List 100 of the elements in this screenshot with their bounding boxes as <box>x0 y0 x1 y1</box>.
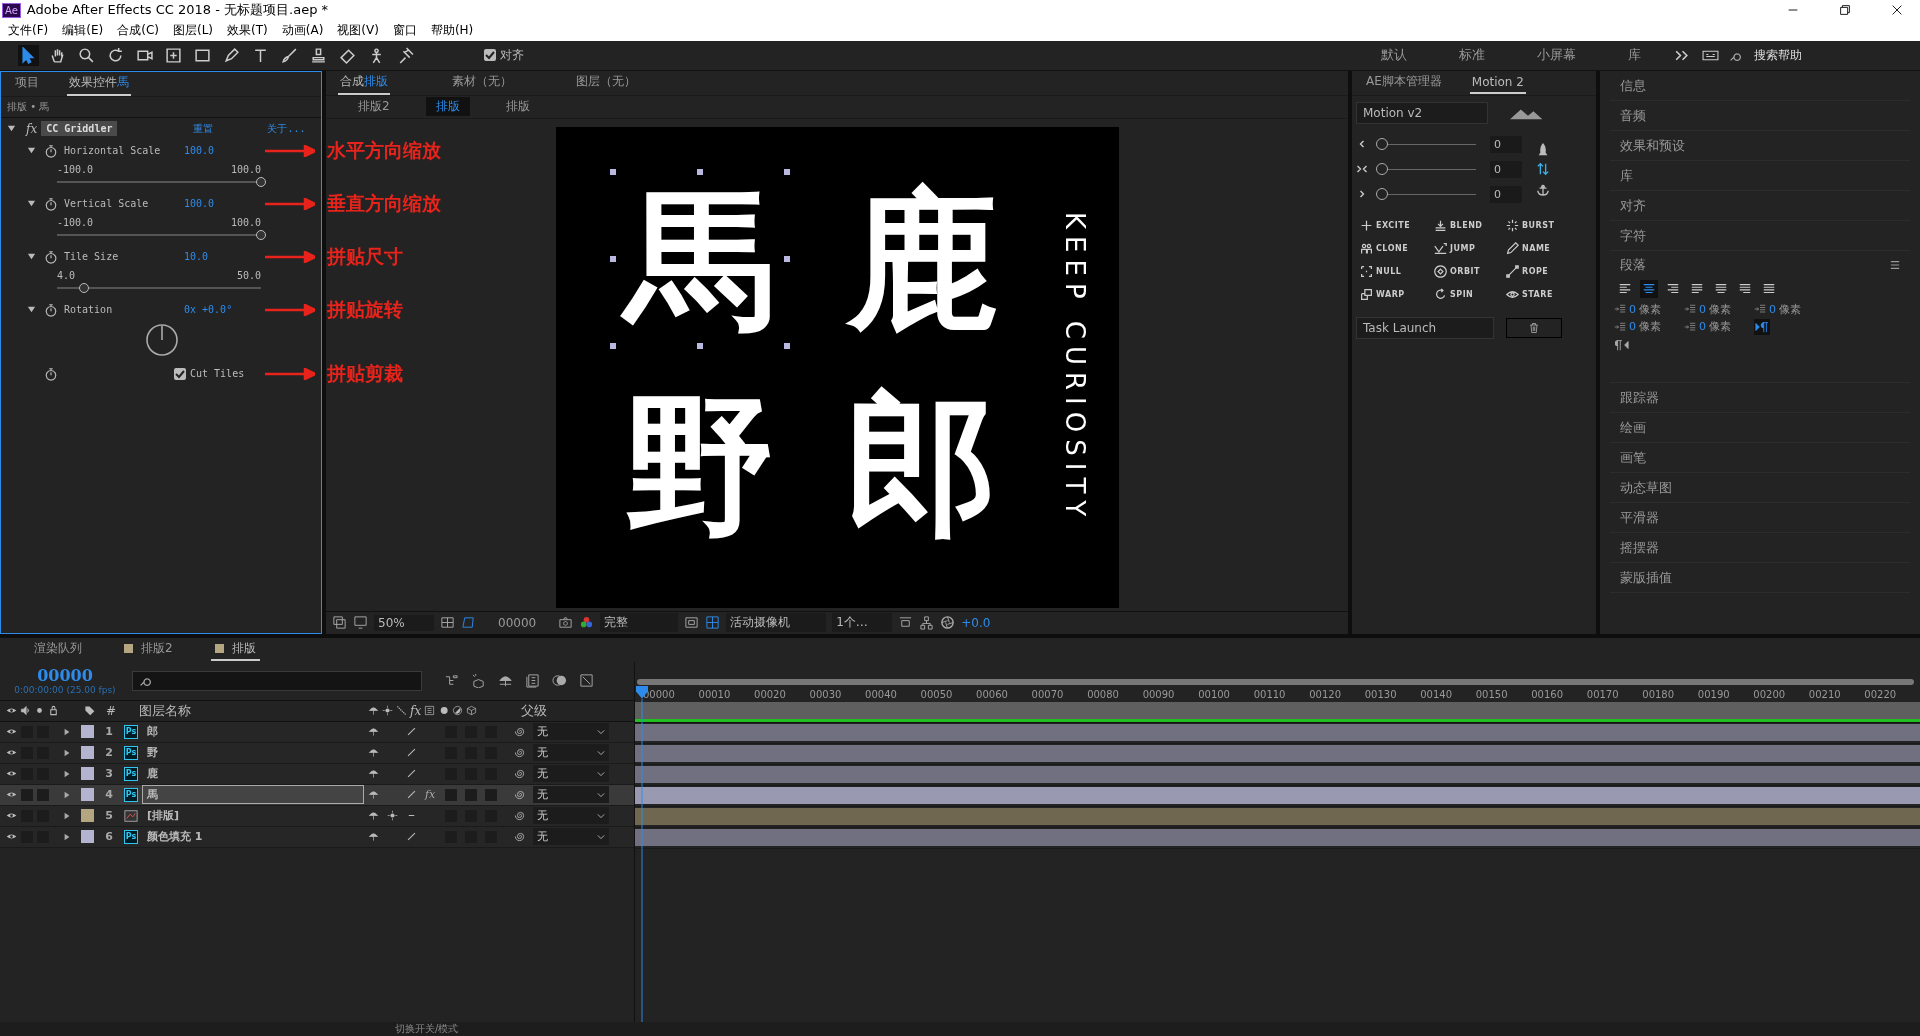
slash-icon[interactable] <box>406 789 417 801</box>
grid-icon[interactable] <box>440 615 455 631</box>
film-frames-icon[interactable] <box>525 673 540 689</box>
stopwatch-icon[interactable] <box>44 196 58 211</box>
spiral-icon[interactable] <box>514 747 525 759</box>
help-search-field[interactable]: 搜索帮助 <box>1748 45 1910 66</box>
transparency-grid-icon[interactable] <box>705 615 721 631</box>
slash-icon[interactable] <box>406 831 417 843</box>
workspace-tab[interactable]: 小屏幕 <box>1515 46 1598 65</box>
expand-triangle-icon[interactable] <box>63 811 71 820</box>
about-link[interactable]: 关于... <box>267 121 306 136</box>
panel-header[interactable]: 跟踪器 <box>1610 382 1910 413</box>
task-dropdown[interactable]: Task Launch <box>1356 316 1494 339</box>
spiral-icon[interactable] <box>514 768 525 780</box>
selection-handle[interactable] <box>783 168 790 175</box>
slider-thumb[interactable] <box>256 176 266 187</box>
switch-box[interactable] <box>465 788 477 801</box>
motion-action-button[interactable]: CLONE <box>1360 241 1432 255</box>
param-value[interactable]: 0x +0.0° <box>184 304 233 316</box>
selection-handle[interactable] <box>696 168 703 175</box>
layer-name[interactable]: [排版] <box>142 806 364 826</box>
panel-tab[interactable]: 素材（无） <box>450 70 514 96</box>
workspace-tab[interactable]: 标准 <box>1437 46 1507 65</box>
slash-icon[interactable] <box>406 747 417 759</box>
expand-triangle-icon[interactable] <box>27 305 36 315</box>
panel-tab[interactable]: 合成排版 <box>338 70 390 96</box>
param-value[interactable]: 10.0 <box>184 251 209 263</box>
panel-header[interactable]: 动态草图 <box>1610 472 1910 503</box>
timeline-timecode[interactable]: 00000 <box>37 666 93 686</box>
slash-icon[interactable] <box>406 726 417 738</box>
param-value[interactable]: 100.0 <box>184 198 215 210</box>
effect-toggle[interactable]: fx <box>26 121 38 136</box>
layer-search-field[interactable] <box>132 670 422 691</box>
timeline-tab[interactable]: 渲染队列 <box>30 638 86 662</box>
panel-header[interactable]: 绘画 <box>1610 412 1910 443</box>
panel-header[interactable]: 平滑器 <box>1610 502 1910 533</box>
panel-tab[interactable]: AE脚本管理器 <box>1364 70 1444 96</box>
layer-name[interactable]: 野 <box>142 743 364 763</box>
spiral-icon[interactable] <box>514 810 525 822</box>
checkbox-label[interactable]: 对齐 <box>500 46 524 64</box>
motion-action-button[interactable]: ROPE <box>1506 264 1576 278</box>
panel-tab[interactable]: 效果控件馬 <box>67 71 131 97</box>
label-color-swatch[interactable] <box>81 725 94 739</box>
slider-thumb[interactable] <box>1376 162 1388 175</box>
panel-header[interactable]: 字符 <box>1610 220 1910 251</box>
work-area-bar[interactable] <box>637 678 1914 685</box>
snap-checkbox[interactable] <box>484 49 496 62</box>
parent-dropdown[interactable]: 无 <box>533 786 609 804</box>
expand-triangle-icon[interactable] <box>63 727 71 736</box>
workspace-tab[interactable]: 库 <box>1606 46 1663 65</box>
motion-action-button[interactable]: BLEND <box>1434 218 1504 232</box>
panel-header[interactable]: 画笔 <box>1610 442 1910 473</box>
expand-triangle-icon[interactable] <box>63 832 71 841</box>
aperture-icon[interactable] <box>940 615 956 631</box>
stopwatch-icon[interactable] <box>44 366 58 381</box>
monitor-icon[interactable] <box>353 615 368 631</box>
label-color-swatch[interactable] <box>81 767 94 781</box>
panel-header[interactable]: 摇摆器 <box>1610 532 1910 563</box>
motion-action-button[interactable]: SPIN <box>1434 287 1504 301</box>
slider-thumb[interactable] <box>1376 187 1388 200</box>
indent-field[interactable]: 0 像素 <box>1699 319 1732 335</box>
stopwatch-icon[interactable] <box>44 249 58 264</box>
camera-dropdown[interactable]: 活动摄像机 <box>726 613 827 633</box>
fx-text[interactable]: fx <box>425 788 437 802</box>
panel-header[interactable]: 段落 <box>1620 256 1646 275</box>
stopwatch-icon[interactable] <box>44 302 58 317</box>
selection-handle[interactable] <box>609 255 616 262</box>
spiral-icon[interactable] <box>514 726 525 738</box>
expand-triangle-icon[interactable] <box>27 252 36 262</box>
layer-duration-bar[interactable] <box>635 766 1920 784</box>
preset-dropdown[interactable]: Motion v2 <box>1356 101 1488 124</box>
motion-action-button[interactable]: NULL <box>1360 264 1432 278</box>
views-dropdown[interactable]: 1个… <box>832 613 893 633</box>
switch-box[interactable] <box>485 788 497 801</box>
toggle-modes-button[interactable]: 切换开关/模式 <box>395 1022 459 1036</box>
layer-name[interactable]: 鹿 <box>142 764 364 784</box>
stacked-frames-icon[interactable] <box>332 615 347 631</box>
label-color-swatch[interactable] <box>81 788 94 802</box>
menu-item[interactable]: 图层(L) <box>172 22 214 40</box>
slider-value-field[interactable]: 0 <box>1490 135 1522 153</box>
column-header[interactable]: 图层名称 <box>139 701 365 720</box>
composition-breadcrumb[interactable]: 排版 <box>495 97 540 117</box>
graph-editor-icon[interactable] <box>579 673 594 689</box>
slider-thumb[interactable] <box>78 282 89 293</box>
panel-header[interactable]: 信息 <box>1610 70 1910 101</box>
parent-dropdown[interactable]: 无 <box>533 744 609 762</box>
checkbox[interactable] <box>174 367 186 380</box>
switch-box[interactable] <box>37 788 49 801</box>
motion-action-button[interactable]: NAME <box>1506 241 1576 255</box>
zoom-dropdown[interactable]: 50% <box>374 614 434 631</box>
selection-handle[interactable] <box>609 168 616 175</box>
workspace-tab[interactable]: 默认 <box>1359 46 1429 65</box>
panel-header[interactable]: 音频 <box>1610 100 1910 131</box>
checkbox-label[interactable]: Cut Tiles <box>190 368 245 380</box>
effect-name[interactable]: CC Griddler <box>41 121 118 137</box>
swap-arrows-icon[interactable] <box>1536 161 1550 178</box>
parent-dropdown[interactable]: 无 <box>533 828 609 846</box>
label-color-swatch[interactable] <box>81 809 94 823</box>
layer-name[interactable]: 颜色填充 1 <box>142 827 364 847</box>
slash-icon[interactable] <box>406 768 417 780</box>
